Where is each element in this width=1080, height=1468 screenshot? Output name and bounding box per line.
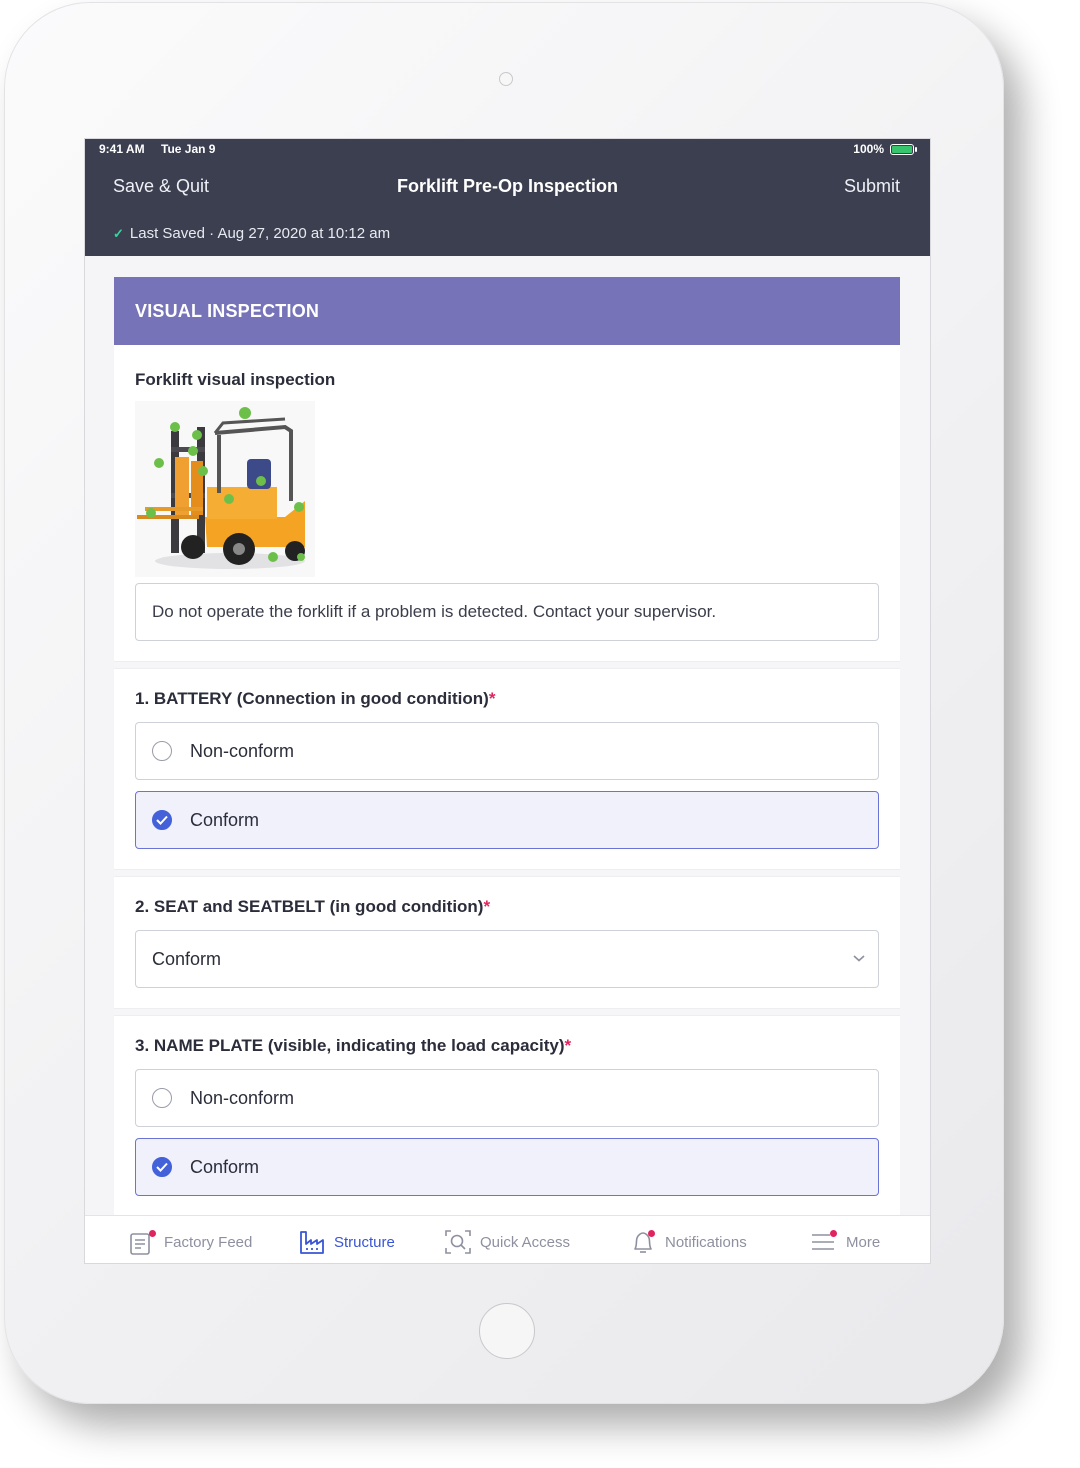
tablet-screen: 9:41 AM Tue Jan 9 100% Save & Quit Forkl…	[84, 138, 931, 1264]
tab-notifications[interactable]: Notifications	[629, 1228, 747, 1256]
page-title: Forklift Pre-Op Inspection	[396, 176, 619, 196]
question-2-label: 2. SEAT and SEATBELT (in good condition)…	[135, 897, 491, 916]
bottom-tab-bar: Factory Feed Structure Quick Access Noti…	[85, 1215, 930, 1263]
last-saved-status: ✓ Last Saved · Aug 27, 2020 at 10:12 am	[113, 225, 390, 242]
camera-icon	[499, 72, 513, 86]
option-label: Non-conform	[190, 741, 295, 761]
header-bar: Save & Quit Forklift Pre-Op Inspection S…	[85, 159, 930, 256]
question-3-label: 3. NAME PLATE (visible, indicating the l…	[135, 1036, 572, 1055]
q1-option-conform[interactable]: Conform	[135, 791, 879, 849]
home-button[interactable]	[479, 1303, 535, 1359]
dropdown-value: Conform	[152, 949, 222, 969]
tab-label: Quick Access	[480, 1233, 571, 1251]
q2-dropdown[interactable]: Conform	[135, 930, 879, 988]
intro-label: Forklift visual inspection	[135, 370, 336, 389]
chevron-down-icon	[853, 955, 865, 962]
question-1-label: 1. BATTERY (Connection in good condition…	[135, 689, 496, 708]
bell-icon	[629, 1228, 657, 1256]
scan-search-icon	[444, 1228, 472, 1256]
radio-unchecked-icon[interactable]	[152, 1088, 172, 1108]
q1-option-non-conform[interactable]: Non-conform	[135, 722, 879, 780]
tab-label: Notifications	[665, 1233, 747, 1251]
tab-structure[interactable]: Structure	[298, 1228, 395, 1256]
battery-percentage: 100%	[853, 142, 884, 156]
battery-icon	[890, 144, 917, 155]
last-saved-text: Last Saved · Aug 27, 2020 at 10:12 am	[129, 225, 391, 242]
radio-unchecked-icon[interactable]	[152, 741, 172, 761]
menu-icon	[810, 1228, 838, 1256]
tab-label: Factory Feed	[164, 1233, 253, 1251]
option-label: Conform	[190, 1157, 260, 1177]
radio-checked-icon[interactable]	[152, 810, 172, 830]
section-divider	[114, 1008, 900, 1016]
required-marker: *	[488, 689, 496, 708]
status-time: 9:41 AM	[99, 142, 145, 156]
required-marker: *	[483, 897, 491, 916]
forklift-diagram-image[interactable]	[135, 401, 315, 577]
submit-button[interactable]: Submit	[844, 176, 900, 197]
required-marker: *	[564, 1036, 572, 1055]
tablet-device-frame: 9:41 AM Tue Jan 9 100% Save & Quit Forkl…	[4, 2, 1004, 1404]
q3-option-conform[interactable]: Conform	[135, 1138, 879, 1196]
section-divider	[114, 661, 900, 669]
tab-more[interactable]: More	[810, 1228, 880, 1256]
tab-quick-access[interactable]: Quick Access	[444, 1228, 570, 1256]
notice-text: Do not operate the forklift if a problem…	[152, 602, 717, 621]
section-header: VISUAL INSPECTION	[114, 277, 900, 345]
q3-option-non-conform[interactable]: Non-conform	[135, 1069, 879, 1127]
form-content[interactable]: VISUAL INSPECTION Forklift visual inspec…	[114, 277, 900, 1263]
warning-notice: Do not operate the forklift if a problem…	[135, 583, 879, 641]
tab-label: More	[846, 1233, 881, 1251]
tab-factory-feed[interactable]: Factory Feed	[128, 1228, 252, 1256]
section-divider	[114, 869, 900, 877]
status-date: Tue Jan 9	[161, 142, 216, 156]
factory-icon	[298, 1228, 326, 1256]
option-label: Conform	[190, 810, 260, 830]
radio-checked-icon[interactable]	[152, 1157, 172, 1177]
feed-icon	[128, 1228, 156, 1256]
option-label: Non-conform	[190, 1088, 295, 1108]
check-icon: ✓	[113, 225, 124, 241]
tab-label: Structure	[334, 1233, 395, 1251]
status-bar: 9:41 AM Tue Jan 9 100%	[85, 139, 930, 159]
section-title: VISUAL INSPECTION	[135, 301, 320, 321]
